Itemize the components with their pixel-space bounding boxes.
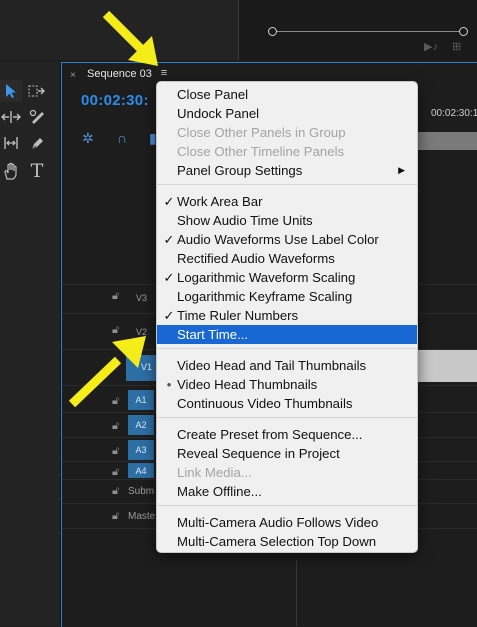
ruler-time-label: 00:02:30:1 <box>431 108 477 119</box>
menu-item-close-panel[interactable]: Close Panel <box>157 85 417 104</box>
track-select-forward-icon[interactable] <box>26 80 48 102</box>
menu-item-make-offline[interactable]: Make Offline... <box>157 482 417 501</box>
submenu-arrow-icon: ▶ <box>398 165 405 175</box>
out-point-handle[interactable] <box>459 27 468 36</box>
menu-item-start-time[interactable]: Start Time... <box>157 325 417 344</box>
track-label-submix: Subm <box>128 486 155 497</box>
menu-item-logarithmic-waveform-scaling[interactable]: ✓ Logarithmic Waveform Scaling <box>157 268 417 287</box>
hand-icon[interactable] <box>0 160 22 182</box>
type-icon[interactable]: T <box>26 160 48 182</box>
snap-icon[interactable]: ∩ <box>117 130 127 146</box>
menu-item-link-media: Link Media... <box>177 465 252 480</box>
menu-item-logarithmic-keyframe-scaling[interactable]: Logarithmic Keyframe Scaling <box>157 287 417 306</box>
menu-item-close-other-panels: Close Other Panels in Group <box>177 125 346 140</box>
menu-item-reveal-sequence[interactable]: Reveal Sequence in Project <box>157 444 417 463</box>
menu-item-undock-panel[interactable]: Undock Panel <box>157 104 417 123</box>
in-point-handle[interactable] <box>268 27 277 36</box>
menu-separator <box>157 417 417 418</box>
menu-item-multicam-audio-follows-video[interactable]: Multi-Camera Audio Follows Video <box>157 513 417 532</box>
track-label-master: Maste <box>128 511 156 522</box>
lock-icon[interactable]: 🔓︎ <box>112 466 119 479</box>
menu-item-multicam-selection-top-down[interactable]: Multi-Camera Selection Top Down <box>157 532 417 551</box>
track-label-v3: V3 <box>136 293 148 303</box>
slip-icon[interactable] <box>0 132 22 154</box>
scrub-track[interactable] <box>272 31 466 32</box>
menu-separator <box>157 184 417 185</box>
menu-item-show-audio-time-units[interactable]: Show Audio Time Units <box>157 211 417 230</box>
button-editor-icon[interactable]: ⊞ <box>452 40 461 53</box>
menu-item-time-ruler-numbers[interactable]: ✓ Time Ruler Numbers <box>157 306 417 325</box>
razor-icon[interactable] <box>26 106 48 128</box>
menu-separator <box>157 505 417 506</box>
checkmark-icon: ✓ <box>163 232 175 247</box>
selection-arrow-icon[interactable] <box>0 80 22 102</box>
track-target-a2[interactable]: A2 <box>128 415 154 435</box>
checkmark-icon: ✓ <box>163 308 175 323</box>
menu-separator <box>157 348 417 349</box>
menu-item-create-preset[interactable]: Create Preset from Sequence... <box>157 425 417 444</box>
menu-item-video-head-tail-thumbnails[interactable]: Video Head and Tail Thumbnails <box>157 356 417 375</box>
track-target-a4[interactable]: A4 <box>128 463 154 478</box>
lock-icon[interactable]: 🔓︎ <box>112 510 119 523</box>
bullet-icon: • <box>166 377 172 392</box>
checkmark-icon: ✓ <box>163 194 175 209</box>
ripple-edit-icon[interactable] <box>0 106 22 128</box>
annotation-arrow-icon <box>68 336 146 408</box>
annotation-arrow-icon <box>102 10 158 66</box>
lock-icon[interactable]: 🔓︎ <box>112 420 119 433</box>
lock-icon[interactable]: 🔓︎ <box>112 485 119 498</box>
track-target-a3[interactable]: A3 <box>128 440 154 460</box>
menu-item-continuous-video-thumbnails[interactable]: Continuous Video Thumbnails <box>157 394 417 413</box>
lock-icon[interactable]: 🔓︎ <box>112 290 119 303</box>
nest-toggle-icon[interactable]: ✲ <box>82 130 94 147</box>
close-icon[interactable]: × <box>70 70 76 81</box>
menu-item-audio-waveforms-label-color[interactable]: ✓ Audio Waveforms Use Label Color <box>157 230 417 249</box>
export-frame-icon[interactable]: ▶♪ <box>424 40 438 53</box>
menu-item-work-area-bar[interactable]: ✓ Work Area Bar <box>157 192 417 211</box>
menu-item-video-head-thumbnails[interactable]: • Video Head Thumbnails <box>157 375 417 394</box>
playhead-timecode[interactable]: 00:02:30: <box>81 92 149 109</box>
checkmark-icon: ✓ <box>163 270 175 285</box>
video-clip[interactable] <box>418 350 477 382</box>
menu-item-close-other-timeline-panels: Close Other Timeline Panels <box>177 144 345 159</box>
work-area-bar[interactable] <box>418 132 477 150</box>
lock-icon[interactable]: 🔓︎ <box>112 445 119 458</box>
pen-icon[interactable] <box>26 132 48 154</box>
menu-item-rectified-audio-waveforms[interactable]: Rectified Audio Waveforms <box>157 249 417 268</box>
timeline-divider-line <box>296 560 297 626</box>
menu-item-panel-group-settings[interactable]: Panel Group Settings ▶ <box>157 161 417 180</box>
